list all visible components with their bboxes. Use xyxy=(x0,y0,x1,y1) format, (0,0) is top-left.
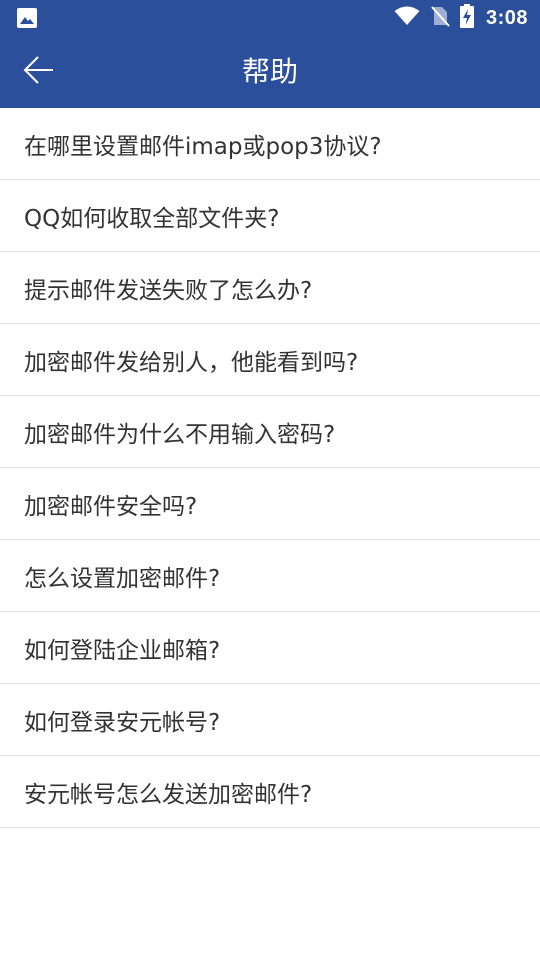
back-button[interactable] xyxy=(14,48,62,96)
faq-item[interactable]: 加密邮件安全吗? xyxy=(0,468,540,540)
faq-item[interactable]: 安元帐号怎么发送加密邮件? xyxy=(0,756,540,828)
status-icons: 3:08 xyxy=(394,0,528,36)
battery-charging-icon xyxy=(459,4,474,32)
status-bar: 3:08 xyxy=(0,0,540,36)
page-title: 帮助 xyxy=(241,55,298,88)
back-arrow-icon xyxy=(22,54,54,90)
wifi-icon xyxy=(394,6,420,30)
faq-item[interactable]: 加密邮件为什么不用输入密码? xyxy=(0,396,540,468)
faq-item[interactable]: 怎么设置加密邮件? xyxy=(0,540,540,612)
faq-item[interactable]: 提示邮件发送失败了怎么办? xyxy=(0,252,540,324)
faq-item[interactable]: 加密邮件发给别人，他能看到吗? xyxy=(0,324,540,396)
status-time: 3:08 xyxy=(485,6,528,29)
app-bar: 帮助 xyxy=(0,36,540,108)
image-notification-icon xyxy=(16,7,38,29)
no-sim-icon xyxy=(430,5,450,31)
faq-item[interactable]: 如何登录安元帐号? xyxy=(0,684,540,756)
faq-item[interactable]: QQ如何收取全部文件夹? xyxy=(0,180,540,252)
faq-list: 在哪里设置邮件imap或pop3协议? QQ如何收取全部文件夹? 提示邮件发送失… xyxy=(0,108,540,828)
faq-item[interactable]: 如何登陆企业邮箱? xyxy=(0,612,540,684)
faq-item[interactable]: 在哪里设置邮件imap或pop3协议? xyxy=(0,108,540,180)
